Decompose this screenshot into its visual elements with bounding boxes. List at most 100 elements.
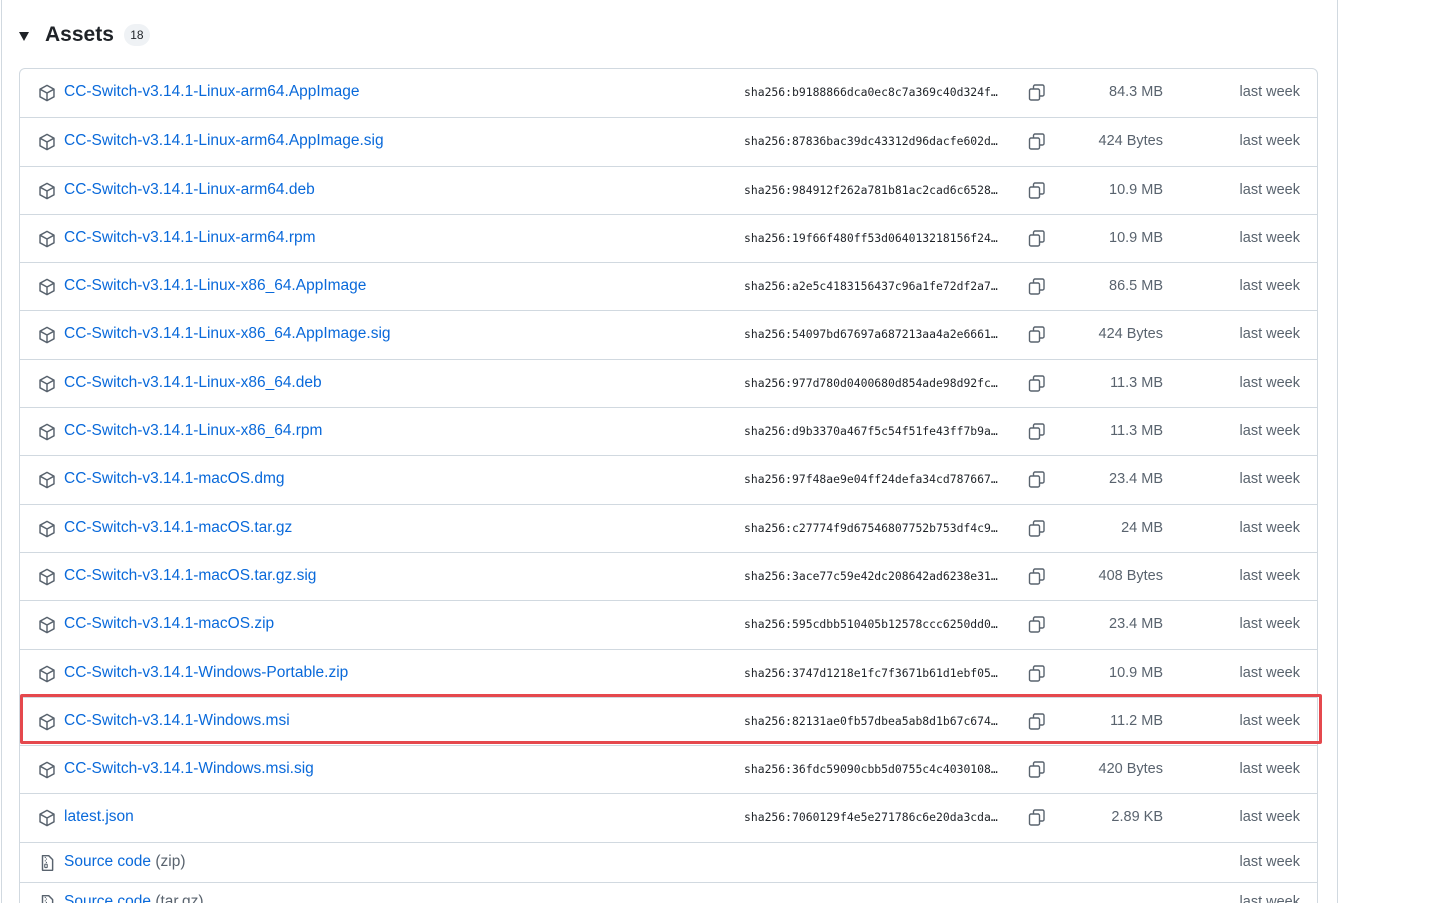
package-icon [39,375,55,393]
copy-icon[interactable] [1026,518,1048,540]
package-icon [39,423,55,441]
zip-file-icon [41,854,54,871]
asset-size: 420 Bytes [1098,761,1164,778]
copy-icon[interactable] [1026,82,1048,104]
asset-sha256: sha256:82131ae0fb57dbea5ab8d1b67c674… [744,713,998,728]
asset-row: CC-Switch-v3.14.1-Linux-x86_64.AppImage … [20,262,1317,310]
right-divider [1337,0,1338,903]
assets-title: Assets [45,23,114,46]
package-icon [39,713,55,731]
asset-link[interactable]: CC-Switch-v3.14.1-Windows-Portable.zip [64,664,348,682]
asset-size: 10.9 MB [1109,664,1163,681]
package-icon [39,230,55,248]
package-icon [39,568,55,586]
asset-sha256: sha256:3ace77c59e42dc208642ad6238e31… [744,568,998,583]
asset-sha256: sha256:3747d1218e1fc7f3671b61d1ebf05… [744,665,998,680]
copy-icon[interactable] [1026,180,1048,202]
asset-date: last week [1239,761,1300,778]
asset-date: last week [1239,133,1300,150]
source-code-targz-link[interactable]: Source code (tar.gz) [64,893,204,903]
package-icon [39,665,55,682]
asset-size: 23.4 MB [1109,616,1163,633]
asset-row: CC-Switch-v3.14.1-Linux-x86_64.AppImage.… [20,310,1317,358]
source-row: Source code (zip) last week [20,841,1317,882]
asset-link[interactable]: CC-Switch-v3.14.1-Linux-x86_64.deb [64,374,322,392]
asset-date: last week [1239,374,1300,391]
copy-icon[interactable] [1026,566,1048,588]
copy-icon[interactable] [1026,131,1048,153]
assets-count-badge: 18 [123,24,150,46]
copy-icon[interactable] [1026,324,1048,346]
asset-date: last week [1239,471,1300,488]
asset-date: last week [1239,326,1300,343]
asset-row: CC-Switch-v3.14.1-Linux-x86_64.deb sha25… [20,358,1317,407]
package-icon [39,182,55,199]
asset-sha256: sha256:d9b3370a467f5c54f51fe43ff7b9a… [744,424,998,439]
copy-icon[interactable] [1026,711,1048,733]
asset-date: last week [1239,423,1300,440]
asset-link[interactable]: CC-Switch-v3.14.1-Linux-x86_64.rpm [64,422,322,440]
source-code-zip-link[interactable]: Source code (zip) [64,853,185,871]
asset-date: last week [1239,84,1300,100]
asset-size: 424 Bytes [1098,133,1164,150]
asset-size: 10.9 MB [1109,229,1163,246]
left-divider [1,0,2,903]
release-assets-page: Assets 18 CC-Switch-v3.14.1-Linux-arm64.… [0,0,1444,903]
asset-link[interactable]: CC-Switch-v3.14.1-Windows.msi [64,712,290,730]
asset-size: 86.5 MB [1109,278,1163,295]
copy-icon[interactable] [1026,421,1048,443]
asset-sha256: sha256:a2e5c4183156437c96a1fe72df2a7… [744,279,998,294]
asset-link[interactable]: CC-Switch-v3.14.1-Linux-arm64.AppImage [64,83,359,101]
asset-row: CC-Switch-v3.14.1-macOS.tar.gz sha256:c2… [20,503,1317,552]
source-row: Source code (tar.gz) last week [20,881,1317,903]
package-icon [39,616,55,634]
asset-sha256: sha256:977d780d0400680d854ade98d92fc… [744,375,998,390]
asset-link[interactable]: CC-Switch-v3.14.1-Linux-arm64.deb [64,181,315,199]
asset-row: CC-Switch-v3.14.1-Linux-x86_64.rpm sha25… [20,407,1317,455]
asset-size: 408 Bytes [1098,567,1164,584]
package-icon [39,327,55,344]
copy-icon[interactable] [1026,469,1048,491]
asset-link[interactable]: CC-Switch-v3.14.1-macOS.tar.gz.sig [64,567,316,585]
asset-link[interactable]: CC-Switch-v3.14.1-Linux-arm64.AppImage.s… [64,132,384,150]
zip-file-icon [41,894,54,903]
asset-row: CC-Switch-v3.14.1-Windows.msi.sig sha256… [20,745,1317,793]
asset-date: last week [1239,181,1300,198]
copy-icon[interactable] [1026,807,1048,829]
asset-size: 11.2 MB [1110,712,1163,729]
copy-icon[interactable] [1026,228,1048,250]
asset-link[interactable]: CC-Switch-v3.14.1-macOS.tar.gz [64,519,292,537]
package-icon [39,520,55,538]
asset-date: last week [1239,278,1300,295]
asset-row-highlighted: CC-Switch-v3.14.1-Windows.msi sha256:821… [20,696,1317,745]
asset-date: last week [1239,893,1300,903]
asset-size: 10.9 MB [1109,181,1163,198]
asset-size: 11.3 MB [1110,374,1163,391]
caret-down-icon [19,31,29,41]
source-code-label: Source code [64,852,152,870]
asset-row: CC-Switch-v3.14.1-Linux-arm64.rpm sha256… [20,213,1317,262]
asset-date: last week [1239,712,1300,729]
asset-size: 11.3 MB [1110,423,1163,440]
asset-sha256: sha256:19f66f480ff53d064013218156f24… [744,230,998,245]
asset-link[interactable]: CC-Switch-v3.14.1-Linux-x86_64.AppImage.… [64,325,391,343]
asset-date: last week [1239,853,1300,870]
asset-link[interactable]: latest.json [64,808,134,826]
asset-date: last week [1239,519,1300,536]
asset-sha256: sha256:c27774f9d67546807752b753df4c9… [744,520,998,535]
copy-icon[interactable] [1026,759,1048,781]
asset-sha256: sha256:b9188866dca0ec8c7a369c40d324f… [744,85,998,99]
copy-icon[interactable] [1026,663,1048,685]
asset-sha256: sha256:595cdbb510405b12578ccc6250dd0… [744,617,998,632]
asset-link[interactable]: CC-Switch-v3.14.1-macOS.zip [64,615,274,633]
asset-link[interactable]: CC-Switch-v3.14.1-Linux-arm64.rpm [64,229,316,247]
copy-icon[interactable] [1026,614,1048,636]
asset-link[interactable]: CC-Switch-v3.14.1-Windows.msi.sig [64,760,314,778]
asset-link[interactable]: CC-Switch-v3.14.1-macOS.dmg [64,470,285,488]
assets-toggle[interactable]: Assets 18 [17,19,150,51]
copy-icon[interactable] [1026,276,1048,298]
copy-icon[interactable] [1026,373,1048,395]
package-icon [39,810,55,827]
asset-link[interactable]: CC-Switch-v3.14.1-Linux-x86_64.AppImage [64,277,366,295]
source-code-label: Source code [64,892,152,903]
